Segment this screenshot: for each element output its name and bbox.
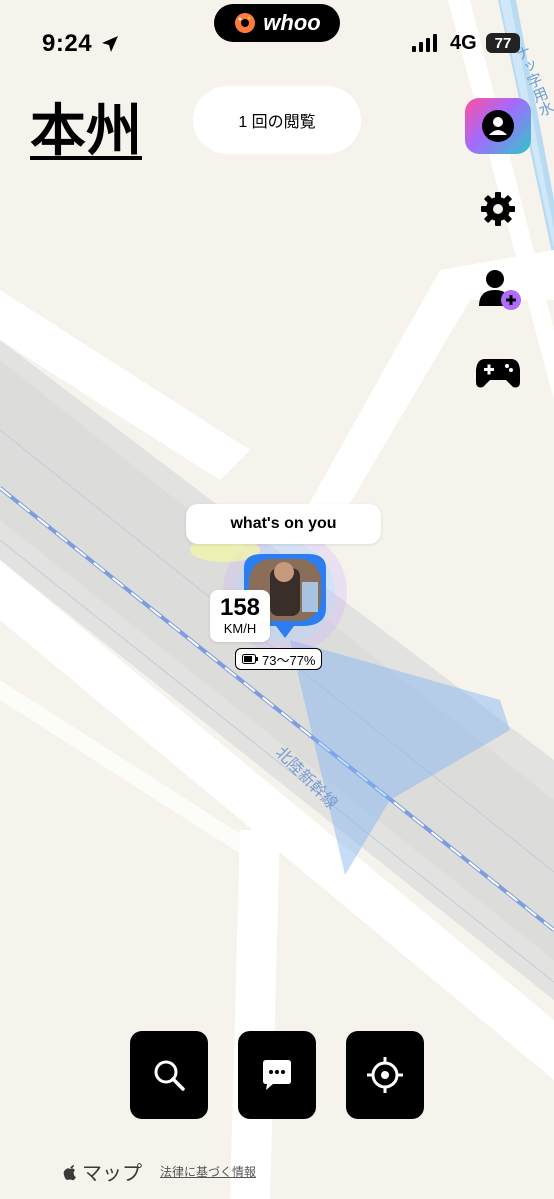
legal-link[interactable]: 法律に基づく情報 [160,1163,256,1180]
signal-icon [412,34,437,52]
game-controller-icon [476,359,520,388]
donut-logo-icon [235,13,256,33]
battery-range-text: 73〜77% [262,652,316,668]
speed-unit: KM/H [223,621,257,636]
location-arrow-icon [102,36,119,52]
games-button[interactable] [475,350,521,396]
speed-value: 158 [219,594,261,621]
gear-icon [481,192,515,226]
app-logo-pill: whoo [214,4,340,42]
apple-logo-icon [63,1164,76,1180]
status-bubble[interactable]: what's on you [186,504,381,544]
battery-icon [242,654,258,664]
chat-button[interactable] [238,1031,316,1119]
time-text: 9:24 [42,30,93,57]
status-time: 9:24 [42,30,120,58]
add-friend-icon [479,270,521,310]
battery-range-badge: 73〜77% [235,648,323,670]
locate-button[interactable] [346,1031,424,1119]
network-type: 4G [450,32,477,54]
add-friend-button[interactable] [476,266,522,312]
settings-button[interactable] [475,186,521,232]
locate-icon [367,1057,403,1093]
search-button[interactable] [130,1031,208,1119]
maps-label: マップ [82,1163,142,1185]
chat-icon [263,1060,291,1090]
region-title: 本州 [30,98,142,164]
profile-icon [482,110,514,142]
speed-indicator: 158 KM/H [210,590,270,642]
view-count-badge[interactable]: 1 回の閲覧 [193,86,361,154]
profile-button[interactable] [465,98,531,154]
search-icon [154,1060,185,1091]
logo-text: whoo [263,10,321,35]
maps-attribution: マップ [62,1157,142,1186]
